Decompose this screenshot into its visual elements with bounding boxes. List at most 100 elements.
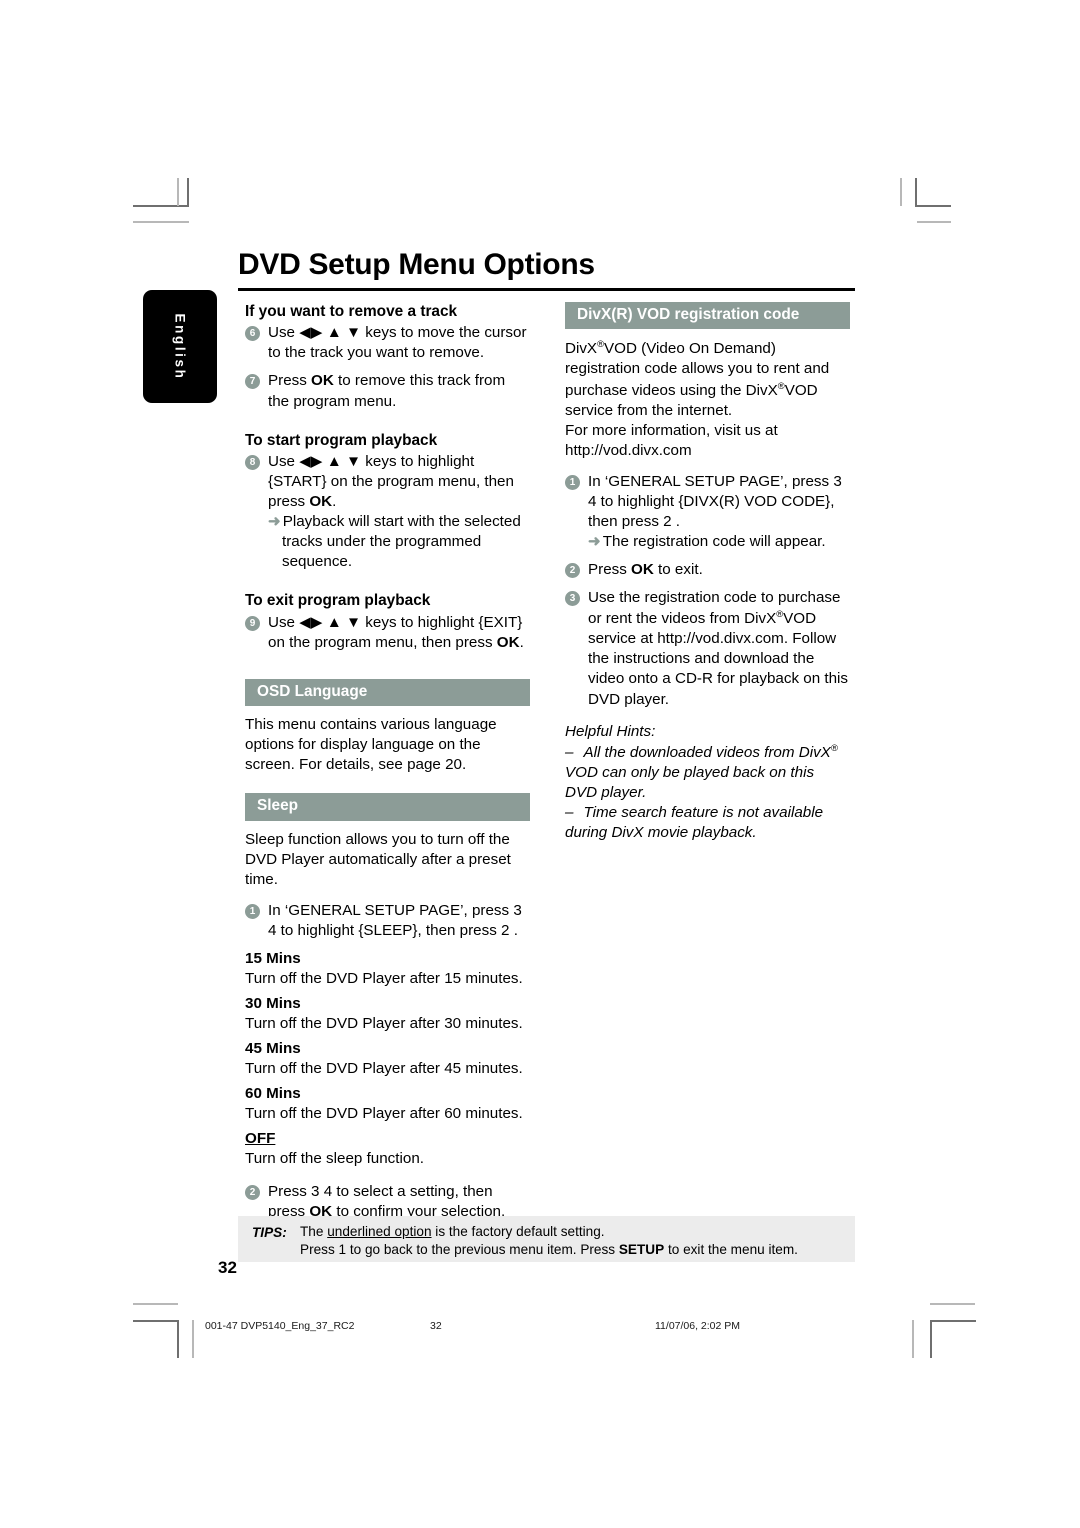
step-remove-track-6: 6 Use ◀▶ ▲ ▼ keys to move the cursor to … (245, 323, 530, 363)
step-text: Use ◀▶ ▲ ▼ keys to move the cursor to th… (268, 324, 527, 362)
hint-text-pre: All the downloaded videos from DivX (583, 743, 831, 761)
sleep-option-desc: Turn off the DVD Player after 30 minutes… (245, 1015, 523, 1033)
right-column: DivX(R) VOD registration code DivX®VOD (… (565, 302, 850, 843)
registered-mark-icon: ® (830, 741, 838, 753)
result-line: ➜ Playback will start with the selected t… (268, 512, 530, 572)
section-bar-divx-vod: DivX(R) VOD registration code (565, 302, 850, 330)
sleep-option-name: 30 Mins (245, 995, 301, 1013)
tips-line1-post: is the factory default setting. (431, 1224, 605, 1239)
tips-underlined-option: underlined option (327, 1224, 432, 1239)
section-bar-osd-language: OSD Language (245, 678, 530, 707)
helpful-hints: Helpful Hints: – All the downloaded video… (565, 722, 850, 843)
hint-text-post: VOD can only be played back on this DVD … (565, 763, 815, 801)
tips-line-2: Press 1 to go back to the previous menu … (300, 1242, 798, 1257)
crop-mark-bottom-right-horizontal (930, 1320, 976, 1322)
sleep-body: Sleep function allows you to turn off th… (245, 830, 511, 888)
sleep-option-desc: Turn off the sleep function. (245, 1150, 424, 1168)
step-text-pre: Press (588, 561, 632, 579)
step-text-pre: Press (268, 372, 312, 390)
hint-dash: – (565, 803, 574, 821)
sleep-option-desc: Turn off the DVD Player after 15 minutes… (245, 969, 523, 987)
crop-mark-top-right-horizontal (915, 205, 951, 207)
key-ok: OK (496, 633, 520, 651)
title-divider (238, 288, 855, 291)
crop-mark-top-left-vertical (187, 178, 189, 207)
tips-line1-pre: The (300, 1224, 328, 1239)
tips-line-1: The underlined option is the factory def… (300, 1224, 605, 1239)
footer-file-name: 001-47 DVP5140_Eng_37_RC2 (205, 1320, 355, 1332)
step-text: In ‘GENERAL SETUP PAGE’, press 3 4 to hi… (268, 901, 522, 939)
key-setup: SETUP (618, 1242, 665, 1257)
step-number-badge: 1 (565, 474, 580, 490)
step-number-badge: 8 (245, 454, 260, 470)
step-number-badge: 3 (565, 591, 580, 607)
osd-language-body: This menu contains various language opti… (245, 716, 497, 774)
heading-remove-track: If you want to remove a track (245, 303, 458, 320)
footer-page-number: 32 (430, 1320, 442, 1332)
divx-intro-pre: DivX (565, 340, 598, 358)
step-sleep-1: 1 In ‘GENERAL SETUP PAGE’, press 3 4 to … (245, 901, 530, 941)
registered-mark-icon: ® (777, 379, 785, 391)
step-remove-track-7: 7 Press OK to remove this track from the… (245, 371, 530, 411)
arrow-right-icon: ➜ (588, 533, 601, 551)
crop-mark-bottom-right-vertical (930, 1320, 932, 1358)
step-number-badge: 9 (245, 615, 260, 631)
arrow-right-icon: ➜ (268, 513, 281, 531)
crop-mark-bottom-right-bleed-vertical (912, 1320, 914, 1358)
tips-line2-post: to exit the menu item. (664, 1242, 798, 1257)
step-text: In ‘GENERAL SETUP PAGE’, press 3 4 to hi… (588, 472, 842, 530)
crop-mark-top-right-vertical (915, 178, 917, 207)
step-number-badge: 7 (245, 374, 260, 390)
step-number-badge: 1 (245, 903, 260, 919)
divx-intro-paragraph: DivX®VOD (Video On Demand) registration … (565, 338, 850, 420)
crop-mark-top-left-horizontal (133, 205, 189, 207)
heading-exit-playback: To exit program playback (245, 592, 431, 610)
step-exit-playback-9: 9 Use ◀▶ ▲ ▼ keys to highlight {EXIT} on… (245, 613, 530, 653)
crop-mark-top-right-bleed-horizontal (917, 221, 951, 223)
crop-mark-top-left-bleed-horizontal (133, 221, 189, 223)
page-title: DVD Setup Menu Options (238, 248, 595, 281)
footer-timestamp: 11/07/06, 2:02 PM (655, 1320, 741, 1332)
heading-start-playback: To start program playback (245, 431, 438, 449)
step-start-playback-8: 8 Use ◀▶ ▲ ▼ keys to highlight {START} o… (245, 452, 530, 572)
left-column: If you want to remove a track 6 Use ◀▶ ▲… (245, 302, 530, 1222)
crop-mark-bottom-left-vertical (177, 1320, 179, 1358)
key-ok: OK (309, 493, 333, 511)
key-ok: OK (631, 561, 654, 579)
step-text-pre: Use ◀▶ ▲ ▼ keys to highlight {START} on … (268, 452, 514, 511)
step-divx-2: 2 Press OK to exit. (565, 560, 850, 580)
result-line: ➜ The registration code will appear. (588, 532, 850, 552)
step-text-post: . (332, 493, 337, 511)
hint-item-2: – Time search feature is not available du… (565, 803, 850, 843)
sleep-option-name: 15 Mins (245, 949, 301, 967)
sleep-option-60: 60 Mins Turn off the DVD Player after 60… (245, 1084, 530, 1124)
result-text: The registration code will appear. (602, 533, 826, 551)
sleep-option-name: 45 Mins (245, 1040, 301, 1058)
page-number: 32 (218, 1258, 237, 1277)
tips-line2-pre: Press 1 to go back to the previous menu … (300, 1242, 619, 1257)
tips-label: TIPS: (252, 1225, 287, 1240)
crop-mark-bottom-left-bleed-horizontal (133, 1303, 178, 1305)
hint-text-pre: Time search feature is not available dur… (565, 803, 824, 841)
language-tab-label: English (172, 313, 188, 380)
sleep-option-30: 30 Mins Turn off the DVD Player after 30… (245, 994, 530, 1034)
step-number-badge: 2 (565, 563, 580, 579)
crop-mark-top-right-bleed-vertical (900, 178, 902, 206)
step-text-pre: Use ◀▶ ▲ ▼ keys to highlight {EXIT} on t… (268, 613, 523, 651)
registered-mark-icon: ® (597, 338, 605, 350)
section-bar-sleep: Sleep (245, 793, 530, 821)
language-tab: English (143, 290, 217, 403)
hint-item-1: – All the downloaded videos from DivX® VO… (565, 742, 850, 803)
tips-box: TIPS: The underlined option is the facto… (238, 1216, 855, 1262)
sleep-option-name-default: OFF (245, 1130, 276, 1148)
step-divx-3: 3 Use the registration code to purchase … (565, 588, 850, 709)
crop-mark-bottom-left-bleed-vertical (192, 1320, 194, 1358)
sleep-option-45: 45 Mins Turn off the DVD Player after 45… (245, 1039, 530, 1079)
step-text-post: . (519, 633, 524, 651)
hints-title: Helpful Hints: (565, 722, 656, 740)
